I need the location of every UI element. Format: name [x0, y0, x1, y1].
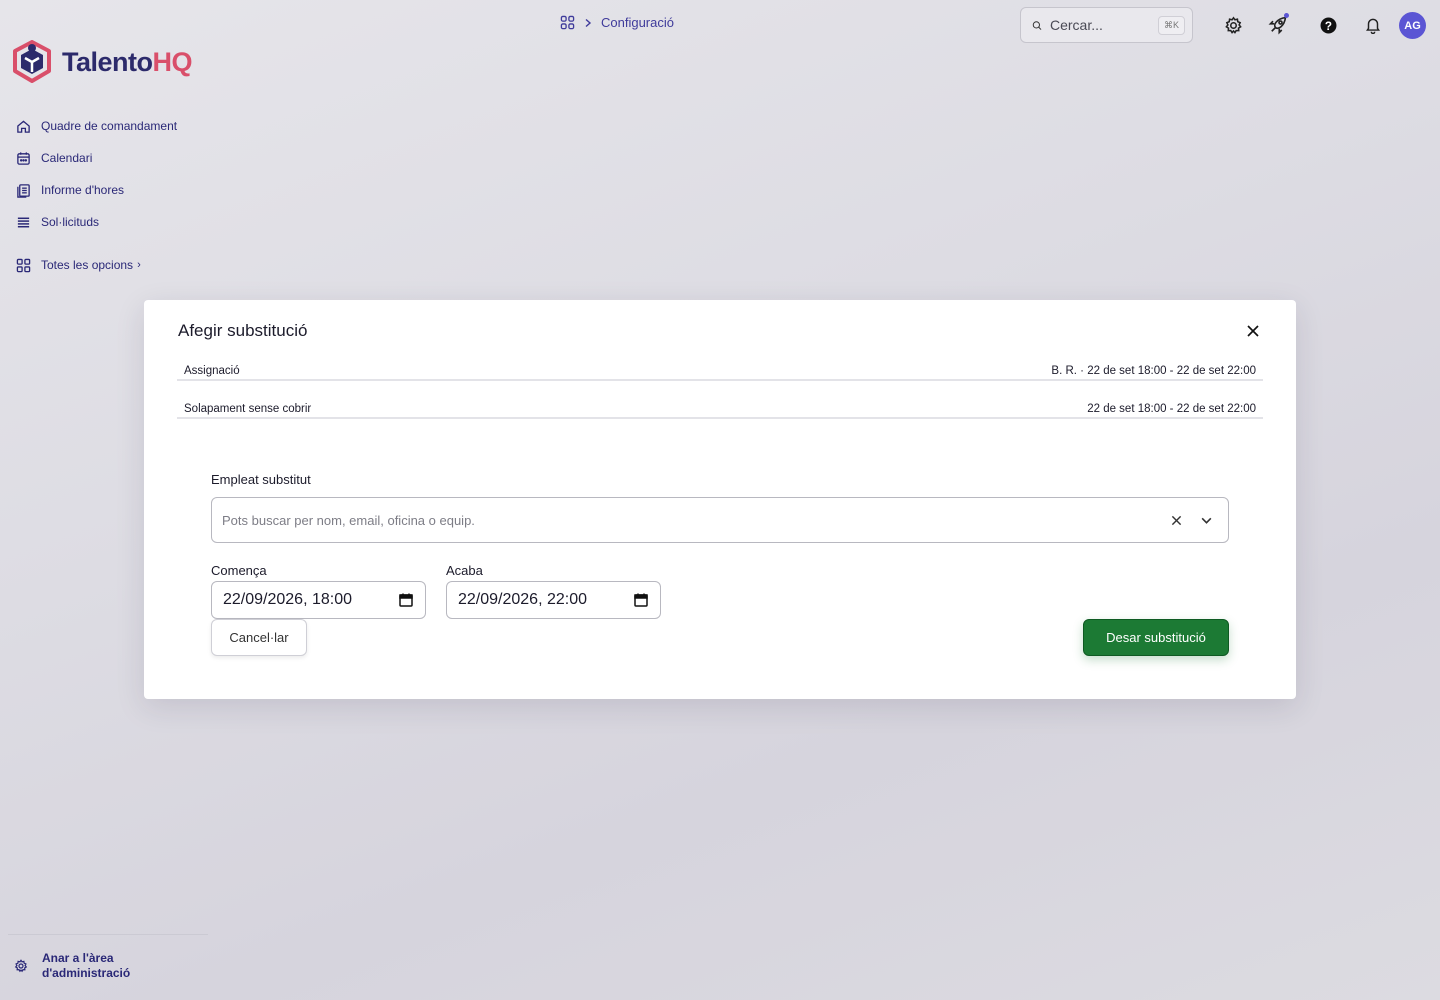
assignment-row: Assignació B. R. · 22 de set 18:00 - 22 …: [177, 343, 1263, 381]
row-label: Assignació: [184, 365, 240, 377]
whats-new-button[interactable]: [1266, 13, 1290, 37]
notifications-button[interactable]: [1361, 13, 1385, 37]
grid-icon: [16, 258, 31, 272]
close-button[interactable]: [1243, 321, 1263, 341]
app-logo[interactable]: TalentoHQ: [12, 40, 192, 84]
substitute-employee-combobox[interactable]: [211, 497, 1229, 543]
start-datetime-value: 22/09/2026, 18:00: [223, 591, 353, 608]
sidebar-nav: Quadre de comandament Calendari Informe …: [16, 110, 216, 281]
grid-icon[interactable]: [560, 15, 575, 30]
sidebar-item-requests[interactable]: Sol·licituds: [16, 206, 216, 238]
save-substitution-button[interactable]: Desar substitució: [1083, 619, 1229, 656]
chevron-right-icon: [585, 18, 592, 27]
sidebar-item-timesheet[interactable]: Informe d'hores: [16, 174, 216, 206]
sidebar-item-calendar[interactable]: Calendari: [16, 142, 216, 174]
calendar-icon[interactable]: [398, 592, 414, 608]
search-icon: [1032, 20, 1042, 30]
dialog-title: Afegir substitució: [178, 321, 308, 340]
talentohq-logo-icon: [13, 40, 51, 83]
gear-icon: [14, 959, 28, 973]
help-button[interactable]: ?: [1316, 13, 1340, 37]
bell-icon: [1366, 18, 1380, 34]
cancel-button[interactable]: Cancel·lar: [211, 619, 307, 656]
logo-wordmark: TalentoHQ: [62, 46, 192, 77]
sidebar-item-label: Totes les opcions: [41, 258, 134, 272]
calendar-icon[interactable]: [633, 592, 649, 608]
notification-dot: [1284, 13, 1289, 18]
chevron-right-icon: ›: [137, 259, 141, 271]
end-datetime-field[interactable]: 22/09/2026, 22:00: [446, 581, 661, 619]
timesheet-icon: [17, 183, 30, 198]
uncovered-overlap-row: Solapament sense cobrir 22 de set 18:00 …: [177, 381, 1263, 419]
rocket-icon: [1268, 16, 1287, 35]
breadcrumb-current[interactable]: Configuració: [601, 15, 674, 30]
add-substitution-dialog: Afegir substitució Assignació B. R. · 22…: [144, 300, 1296, 699]
start-datetime-field[interactable]: 22/09/2026, 18:00: [211, 581, 426, 619]
avatar[interactable]: AG: [1399, 12, 1426, 39]
chevron-down-icon: [1201, 517, 1211, 524]
end-datetime-value: 22/09/2026, 22:00: [458, 591, 588, 608]
substitute-employee-label: Empleat substitut: [211, 472, 311, 487]
sidebar-item-label: Sol·licituds: [41, 215, 100, 229]
row-value: 22 de set 18:00 - 22 de set 22:00: [1087, 403, 1256, 415]
search-shortcut-badge: ⌘K: [1157, 15, 1185, 35]
row-label: Solapament sense cobrir: [184, 403, 312, 415]
help-icon: ?: [1320, 17, 1336, 33]
dropdown-toggle[interactable]: [1194, 508, 1218, 532]
sidebar-item-dashboard[interactable]: Quadre de comandament: [16, 110, 216, 142]
home-icon: [17, 119, 30, 133]
svg-text:?: ?: [1324, 19, 1331, 32]
substitute-employee-input[interactable]: [222, 512, 1158, 528]
sidebar-item-all-options[interactable]: Totes les opcions ›: [16, 249, 216, 281]
close-icon: [1171, 515, 1181, 525]
clear-button[interactable]: [1164, 508, 1188, 532]
calendar-icon: [17, 151, 30, 165]
admin-area-link[interactable]: Anar a l'àrea d'administració: [8, 934, 208, 981]
sidebar-item-label: Calendari: [41, 151, 93, 165]
breadcrumb: Configuració: [560, 15, 674, 30]
sidebar-item-label: Quadre de comandament: [41, 119, 178, 133]
search-input[interactable]: [1049, 17, 1150, 33]
admin-area-label: Anar a l'àrea d'administració: [42, 951, 131, 980]
end-label: Acaba: [446, 563, 483, 578]
gear-icon: [1224, 15, 1242, 34]
row-value: B. R. · 22 de set 18:00 - 22 de set 22:0…: [1051, 365, 1256, 377]
close-icon: [1247, 325, 1259, 337]
list-icon: [17, 217, 30, 227]
sidebar-item-label: Informe d'hores: [41, 183, 124, 197]
search-box[interactable]: ⌘K: [1020, 7, 1193, 43]
start-label: Comença: [211, 563, 267, 578]
settings-button[interactable]: [1221, 13, 1245, 37]
